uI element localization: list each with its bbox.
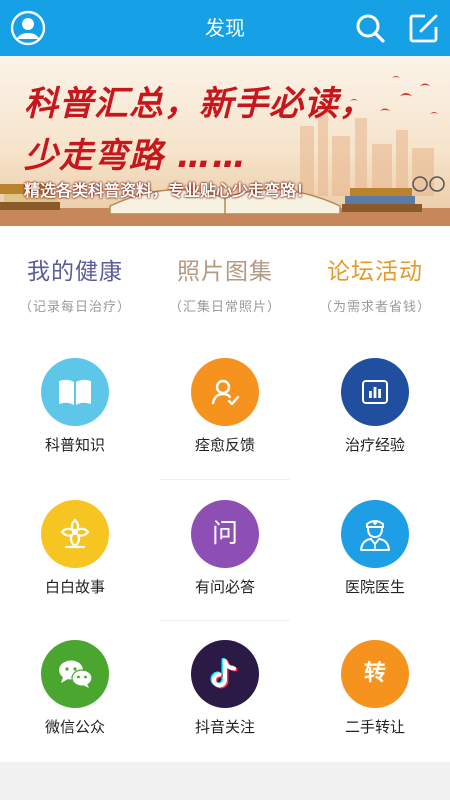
transfer-icon: 转 <box>341 640 409 708</box>
grid-item-hospital-doctor[interactable]: 医院医生 <box>300 482 450 622</box>
grid-item-label: 痊愈反馈 <box>194 436 255 454</box>
grid-item-science-knowledge[interactable]: 科普知识 <box>0 340 150 480</box>
quick-link-subtitle: （记录每日治疗） <box>18 300 131 315</box>
grid-item-label: 有问必答 <box>194 578 255 596</box>
grid-item-qa[interactable]: 问 有问必答 <box>150 482 300 622</box>
grid-item-bai-stories[interactable]: 白白故事 <box>0 482 150 622</box>
promo-banner[interactable]: 科普汇总，新手必读， 少走弯路 …… 精选各类科普资料，专业贴心少走弯路！ <box>0 56 450 226</box>
divider <box>160 479 290 480</box>
banner-subtitle: 精选各类科普资料，专业贴心少走弯路！ <box>24 181 313 200</box>
grid-item-treatment-experience[interactable]: 治疗经验 <box>300 340 450 480</box>
grid-item-label: 科普知识 <box>44 436 105 454</box>
wechat-icon <box>41 640 109 708</box>
grid-item-label: 二手转让 <box>344 718 405 736</box>
tiktok-icon <box>191 640 259 708</box>
quick-links: 我的健康 （记录每日治疗） 照片图集 （汇集日常照片） 论坛活动 （为需求者省钱… <box>0 226 450 336</box>
quick-link-subtitle: （汇集日常照片） <box>168 300 281 315</box>
grid-item-label: 治疗经验 <box>344 436 405 454</box>
search-icon[interactable] <box>352 10 388 46</box>
question-glyph: 问 <box>211 519 238 549</box>
book-icon <box>41 358 109 426</box>
quick-link-subtitle: （为需求者省钱） <box>318 300 431 315</box>
banner-headline-1: 科普汇总，新手必读， <box>24 84 374 124</box>
grid-item-label: 医院医生 <box>344 578 405 596</box>
grid-item-recovery-feedback[interactable]: 痊愈反馈 <box>150 340 300 480</box>
transfer-glyph: 转 <box>363 661 386 686</box>
top-app-bar: 发现 <box>0 0 450 56</box>
grid-item-second-hand[interactable]: 转 二手转让 <box>300 622 450 762</box>
quick-link-forum-events[interactable]: 论坛活动 （为需求者省钱） <box>300 252 450 315</box>
grid-item-wechat-official[interactable]: 微信公众 <box>0 622 150 762</box>
chart-icon <box>341 358 409 426</box>
banner-headline-2: 少走弯路 …… <box>24 136 247 176</box>
user-check-icon <box>191 358 259 426</box>
grid-item-douyin-follow[interactable]: 抖音关注 <box>150 622 300 762</box>
quick-link-my-health[interactable]: 我的健康 （记录每日治疗） <box>0 252 150 315</box>
divider <box>160 620 290 621</box>
doctor-icon <box>341 500 409 568</box>
grid-item-label: 白白故事 <box>44 578 105 596</box>
quick-link-title: 我的健康 <box>27 259 123 285</box>
flower-icon <box>41 500 109 568</box>
quick-link-title: 照片图集 <box>177 259 273 285</box>
grid-item-label: 微信公众 <box>44 718 105 736</box>
grid-item-label: 抖音关注 <box>194 718 255 736</box>
bottom-strip <box>0 762 450 800</box>
edit-icon[interactable] <box>406 10 442 46</box>
quick-link-photo-gallery[interactable]: 照片图集 （汇集日常照片） <box>150 252 300 315</box>
quick-link-title: 论坛活动 <box>327 259 423 285</box>
question-icon: 问 <box>191 500 259 568</box>
